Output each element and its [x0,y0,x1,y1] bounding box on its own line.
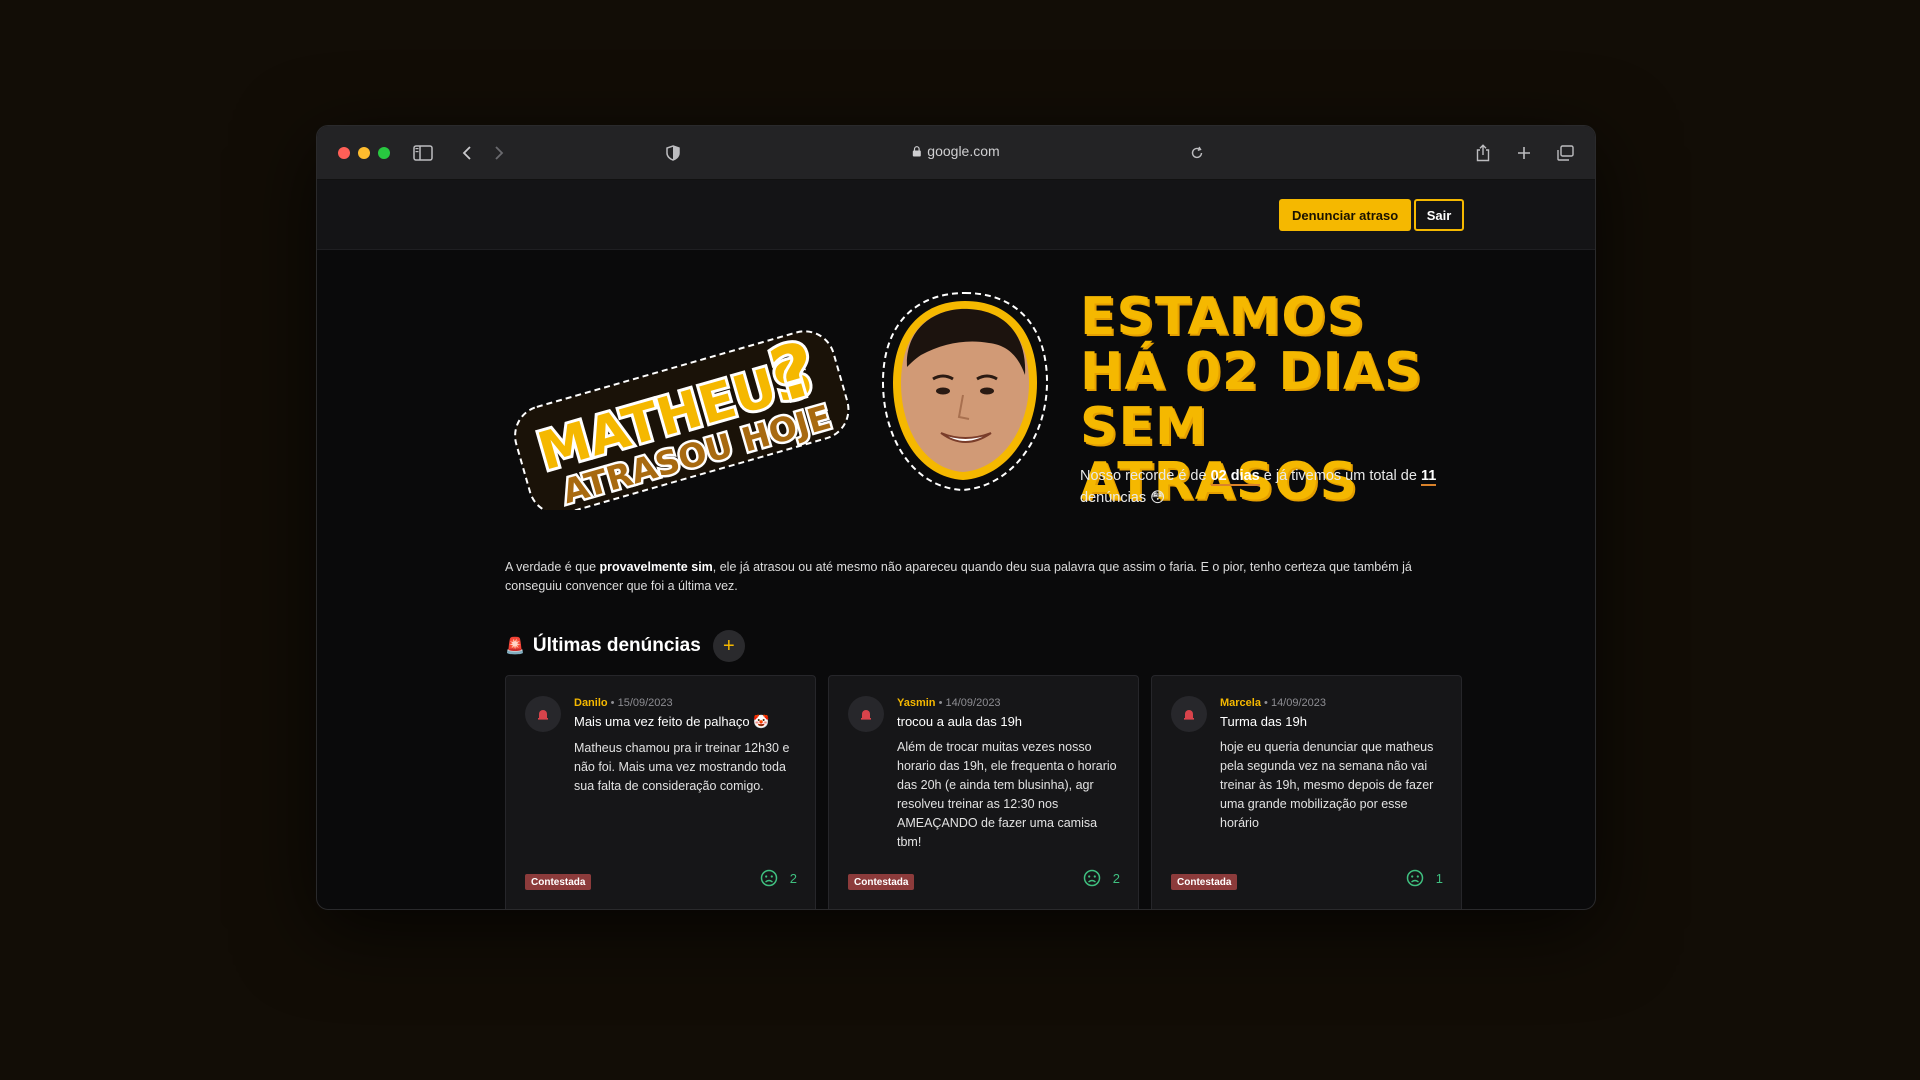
vote-counter[interactable]: 2 [1083,869,1120,887]
vote-count: 2 [1112,870,1120,886]
browser-toolbar: google.com [317,126,1595,180]
avatar [525,696,561,732]
lock-icon [912,145,921,156]
report-card[interactable]: Yasmin • 14/09/2023 trocou a aula das 19… [828,675,1139,909]
close-window-button[interactable] [338,147,350,159]
privacy-shield-icon[interactable] [660,140,686,166]
url-text: google.com [927,143,1000,159]
report-meta: Marcela • 14/09/2023 [1220,697,1445,709]
section-title: Últimas denúncias [532,635,701,656]
status-badge: Contestada [525,874,592,890]
vote-count: 2 [789,870,797,886]
main-content: MATHEUS ? ATRASOU HOJE ESTAMOS HÁ 02 DIA… [317,250,1595,909]
address-bar[interactable]: google.com [912,143,1000,159]
vote-counter[interactable]: 1 [1406,869,1443,887]
report-content: Yasmin • 14/09/2023 trocou a aula das 19… [897,697,1122,852]
vote-count: 1 [1435,870,1443,886]
sad-face-icon [1083,869,1101,887]
report-text: hoje eu queria denunciar que matheus pel… [1220,740,1434,830]
status-badge: Contestada [848,874,915,890]
forward-icon[interactable] [486,140,512,166]
status-badge: Contestada [1171,874,1238,890]
latest-reports-header: 🚨 Últimas denúncias + [505,630,745,662]
report-card[interactable]: Marcela • 14/09/2023 Turma das 19h hoje … [1151,675,1462,909]
report-content: Danilo • 15/09/2023 Mais uma vez feito d… [574,697,799,796]
report-author: Marcela [1220,697,1261,709]
matheus-photo-sticker [877,287,1052,502]
report-title: Mais uma vez feito de palhaço 🤡 [574,714,770,729]
intro-text-1: A verdade é que [505,560,600,574]
reload-icon[interactable] [1184,140,1210,166]
intro-paragraph: A verdade é que provavelmente sim, ele j… [505,558,1465,596]
record-text-3: denúncias [1080,490,1151,506]
app-header: Denunciar atraso Sair [317,180,1595,250]
maximize-window-button[interactable] [378,147,390,159]
report-content: Marcela • 14/09/2023 Turma das 19h hoje … [1220,697,1445,833]
report-title: Turma das 19h [1220,714,1307,729]
siren-icon [538,710,548,720]
report-text: Além de trocar muitas vezes nosso horari… [897,740,1117,849]
report-meta: Danilo • 15/09/2023 [574,697,799,709]
report-meta: Yasmin • 14/09/2023 [897,697,1122,709]
new-tab-icon[interactable] [1511,140,1537,166]
avatar [1171,696,1207,732]
matheus-logo-sticker: MATHEUS ? ATRASOU HOJE [505,320,875,515]
flushed-face-emoji: 😳 [1150,490,1166,506]
tab-overview-icon[interactable] [1552,140,1578,166]
siren-icon: 🚨 [505,638,525,655]
report-author: Danilo [574,697,608,709]
report-author: Yasmin [897,697,936,709]
logout-button[interactable]: Sair [1414,199,1464,231]
record-days: 02 dias [1210,468,1260,486]
siren-icon [1184,710,1194,720]
record-text-2: e já tivemos um total de [1259,468,1421,484]
record-summary: Nosso recorde é de 02 dias e já tivemos … [1080,465,1460,509]
share-icon[interactable] [1470,140,1496,166]
intro-bold-text: provavelmente sim [599,560,713,574]
sad-face-icon [1406,869,1424,887]
siren-icon [861,710,871,720]
report-date: • 15/09/2023 [607,697,673,709]
window-controls [338,147,390,159]
vote-counter[interactable]: 2 [760,869,797,887]
minimize-window-button[interactable] [358,147,370,159]
total-reports-count: 11 [1420,468,1437,486]
avatar [848,696,884,732]
reports-list: Danilo • 15/09/2023 Mais uma vez feito d… [505,675,1462,909]
back-icon[interactable] [454,140,480,166]
record-text-1: Nosso recorde é de [1080,468,1211,484]
report-card[interactable]: Danilo • 15/09/2023 Mais uma vez feito d… [505,675,816,909]
report-date: • 14/09/2023 [1260,697,1327,709]
sidebar-toggle-icon[interactable] [410,140,436,166]
report-text: Matheus chamou pra ir treinar 12h30 e nã… [574,741,790,793]
report-title: trocou a aula das 19h [897,714,1023,729]
browser-window: google.com Denunciar atraso Sair MATHEUS… [316,125,1596,910]
report-delay-button[interactable]: Denunciar atraso [1279,199,1412,231]
sad-face-icon [760,869,778,887]
report-date: • 14/09/2023 [935,697,1001,709]
add-report-button[interactable]: + [712,630,745,662]
